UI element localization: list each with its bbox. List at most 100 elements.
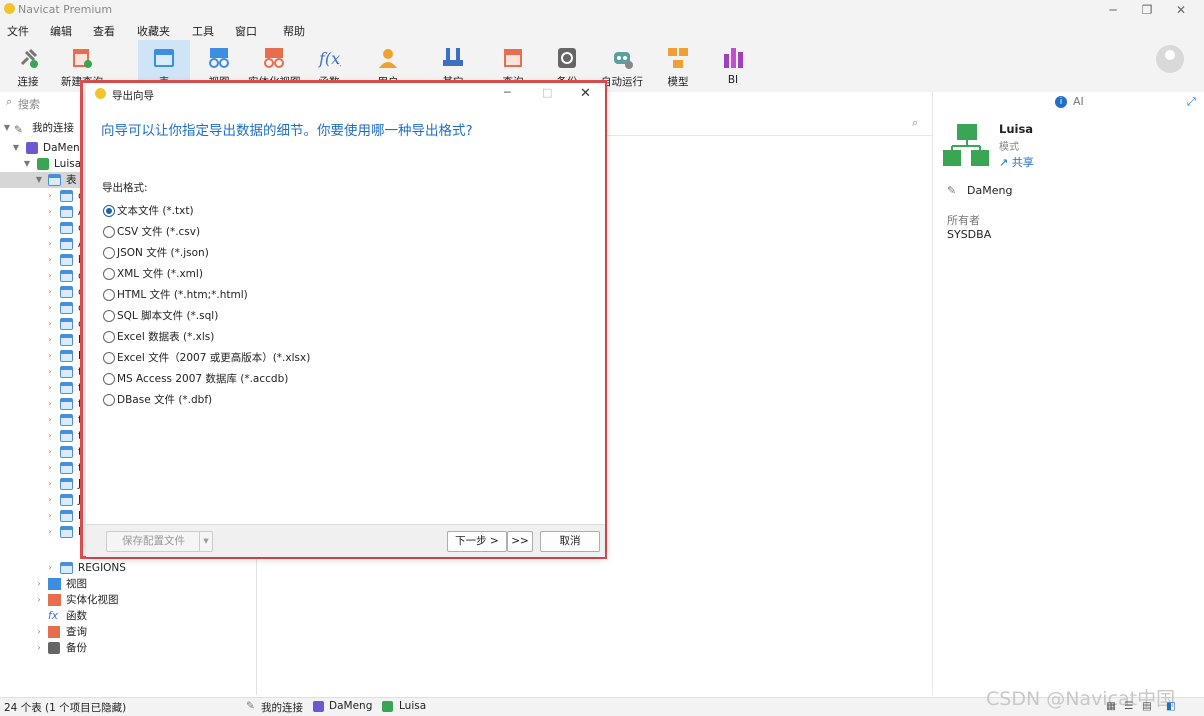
dialog-title: 导出向导 xyxy=(112,90,154,102)
menu-help[interactable]: 帮助 xyxy=(283,23,305,39)
format-option-label: DBase 文件 (*.dbf) xyxy=(117,394,213,406)
dameng-icon xyxy=(26,142,38,154)
status-bar: 24 个表 (1 个项目已隐藏) ✎ 我的连接 DaMeng Luisa CSD… xyxy=(0,688,1204,716)
function-icon: fx xyxy=(48,610,58,622)
avatar-head-icon xyxy=(1165,50,1175,60)
dialog-footer: 保存配置文件 ▾ 下一步 > >> 取消 xyxy=(86,524,605,557)
menu-file[interactable]: 文件 xyxy=(7,23,29,39)
minimize-button[interactable]: ─ xyxy=(1098,2,1128,18)
owner-value: SYSDBA xyxy=(947,228,992,241)
menu-tools[interactable]: 工具 xyxy=(192,23,214,39)
table-icon xyxy=(60,562,73,574)
table-icon xyxy=(60,366,73,378)
chevron-right-icon: › xyxy=(37,579,41,588)
chevron-right-icon: › xyxy=(48,563,52,572)
chevron-right-icon: › xyxy=(48,335,52,344)
menu-window[interactable]: 窗口 xyxy=(235,23,257,39)
maximize-button[interactable]: ❐ xyxy=(1132,2,1162,18)
chevron-right-icon: › xyxy=(37,627,41,636)
navicat-logo-icon xyxy=(4,3,15,14)
radio-button[interactable] xyxy=(103,205,115,217)
table-icon xyxy=(154,49,174,67)
schema-icon xyxy=(382,701,393,712)
menu-bar: 文件 编辑 查看 收藏夹 工具 窗口 帮助 xyxy=(0,20,1204,40)
table-icon xyxy=(60,222,73,234)
schema-large-icon xyxy=(943,124,989,166)
cancel-button[interactable]: 取消 xyxy=(540,531,600,552)
chevron-right-icon: › xyxy=(48,383,52,392)
search-icon: ⌕ xyxy=(6,95,13,108)
radio-button[interactable] xyxy=(103,331,115,343)
search-icon: ⌕ xyxy=(912,116,919,129)
navicat-logo-icon xyxy=(95,88,106,99)
ai-button[interactable]: AI xyxy=(1073,95,1084,108)
format-option-label: Excel 文件（2007 或更高版本）(*.xlsx) xyxy=(117,352,311,364)
chevron-right-icon: › xyxy=(48,431,52,440)
grid-view-icon[interactable]: ▤ xyxy=(1142,700,1152,712)
save-profile-dropdown: ▾ xyxy=(199,531,213,552)
chevron-right-icon: › xyxy=(37,643,41,652)
detail-view-icon[interactable]: ☰ xyxy=(1124,700,1133,712)
chevron-right-icon: › xyxy=(48,511,52,520)
status-count: 24 个表 (1 个项目已隐藏) xyxy=(4,702,127,714)
table-icon xyxy=(48,174,61,186)
info-icon[interactable]: i xyxy=(1055,96,1067,108)
close-window-button[interactable]: ✕ xyxy=(1166,2,1196,18)
radio-button[interactable] xyxy=(103,247,115,259)
chevron-right-icon: › xyxy=(48,479,52,488)
connection-icon: ✎ xyxy=(947,184,957,197)
connect-button[interactable]: 连接 xyxy=(2,40,54,92)
share-icon: ↗ xyxy=(999,156,1012,169)
radio-button[interactable] xyxy=(103,394,115,406)
table-icon xyxy=(60,318,73,330)
panel-toggle-icon[interactable]: ◧ xyxy=(1166,700,1176,712)
crumb-root[interactable]: 我的连接 xyxy=(261,700,303,715)
chevron-right-icon: › xyxy=(48,239,52,248)
table-icon xyxy=(60,430,73,442)
format-label: 导出格式: xyxy=(102,182,148,194)
finish-button[interactable]: >> xyxy=(507,531,533,552)
radio-button[interactable] xyxy=(103,310,115,322)
crumb-connection[interactable]: DaMeng xyxy=(329,700,372,712)
table-icon xyxy=(60,206,73,218)
list-view-icon[interactable]: ▦ xyxy=(1106,700,1116,712)
tools-icon xyxy=(443,48,463,66)
expand-icon[interactable]: ⤢ xyxy=(1187,95,1196,109)
radio-button[interactable] xyxy=(103,226,115,238)
table-icon xyxy=(60,190,73,202)
share-link[interactable]: ↗ 共享 xyxy=(999,154,1034,170)
format-option-label: XML 文件 (*.xml) xyxy=(117,268,203,280)
menu-favorites[interactable]: 收藏夹 xyxy=(137,23,170,39)
export-wizard-dialog: 导出向导 ─ □ ✕ 向导可以让你指定导出数据的细节。你要使用哪一种导出格式? … xyxy=(86,83,605,557)
crumb-schema[interactable]: Luisa xyxy=(399,700,426,712)
chevron-right-icon: › xyxy=(48,463,52,472)
menu-edit[interactable]: 编辑 xyxy=(50,23,72,39)
model-button[interactable]: 模型 xyxy=(652,40,704,92)
format-option-label: CSV 文件 (*.csv) xyxy=(117,226,201,238)
app-title: Navicat Premium xyxy=(18,3,113,16)
chevron-down-icon: ▼ xyxy=(35,175,43,184)
format-option-label: Excel 数据表 (*.xls) xyxy=(117,331,215,343)
materialized-view-icon xyxy=(48,594,61,606)
radio-button[interactable] xyxy=(103,373,115,385)
next-button[interactable]: 下一步 > xyxy=(447,531,507,552)
table-icon xyxy=(60,478,73,490)
object-search-bar[interactable]: ⌕ xyxy=(607,113,932,136)
chevron-right-icon: › xyxy=(48,399,52,408)
chevron-right-icon: › xyxy=(48,303,52,312)
format-option-label: 文本文件 (*.txt) xyxy=(117,205,194,217)
connections-icon: ✎ xyxy=(14,124,23,136)
radio-button[interactable] xyxy=(103,268,115,280)
radio-button[interactable] xyxy=(103,289,115,301)
table-icon xyxy=(60,286,73,298)
table-icon xyxy=(60,398,73,410)
menu-view[interactable]: 查看 xyxy=(93,23,115,39)
chevron-down-icon: ▼ xyxy=(3,123,11,132)
dialog-minimize-button[interactable]: ─ xyxy=(504,86,511,99)
dialog-titlebar: 导出向导 ─ □ ✕ xyxy=(86,83,605,105)
radio-button[interactable] xyxy=(103,352,115,364)
bi-button[interactable]: BI xyxy=(707,40,759,92)
avatar[interactable] xyxy=(1156,45,1184,73)
query-icon xyxy=(48,626,60,638)
dialog-close-button[interactable]: ✕ xyxy=(580,86,591,101)
